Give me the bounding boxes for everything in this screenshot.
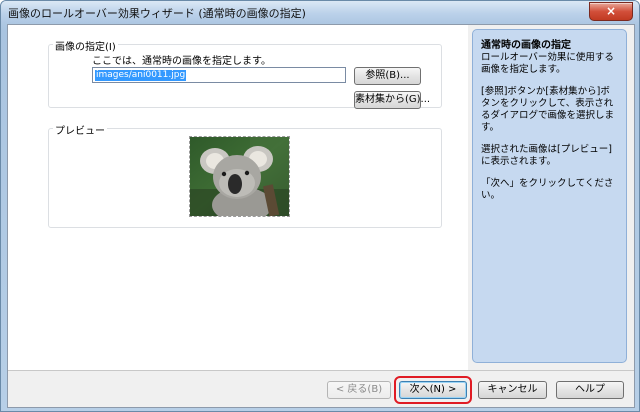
dialog-client-area: 画像の指定(I) ここでは、通常時の画像を指定します。 images/ani00… — [7, 24, 635, 408]
image-description: ここでは、通常時の画像を指定します。 — [92, 56, 271, 67]
help-button[interactable]: ヘルプ — [556, 381, 624, 399]
koala-photo-icon — [190, 137, 289, 223]
preview-group-label: プレビュー — [53, 122, 107, 137]
help-title: 通常時の画像の指定 — [481, 40, 571, 51]
material-collection-button[interactable]: 素材集から(G)... — [354, 91, 430, 109]
close-button[interactable]: × — [589, 2, 633, 21]
close-icon: × — [605, 4, 617, 18]
help-text-2: [参照]ボタンか[素材集から]ボタンをクリックして、表示されるダイアログで画像を… — [481, 86, 615, 133]
back-button[interactable]: < 戻る(B) — [327, 381, 391, 399]
cancel-button[interactable]: キャンセル — [478, 381, 547, 399]
footer-separator — [8, 370, 634, 371]
image-path-value: images/ani0011.jpg — [95, 70, 187, 81]
title-bar[interactable]: 画像のロールオーバー効果ウィザード (通常時の画像の指定) × — [1, 1, 639, 23]
next-button[interactable]: 次へ(N) > — [399, 381, 467, 399]
help-text-4: 「次へ」をクリックしてください。 — [481, 178, 614, 201]
browse-button[interactable]: 参照(B)... — [354, 67, 421, 85]
image-group-label: 画像の指定(I) — [53, 38, 118, 53]
help-text-1: ロールオーバー効果に使用する画像を指定します。 — [481, 52, 614, 75]
help-text-3: 選択された画像は[プレビュー]に表示されます。 — [481, 144, 612, 167]
help-side-panel: 通常時の画像の指定 ロールオーバー効果に使用する画像を指定します。 [参照]ボタ… — [472, 29, 627, 363]
image-path-input[interactable]: images/ani0011.jpg — [92, 67, 346, 83]
preview-image-frame — [189, 136, 290, 223]
wizard-window: 画像のロールオーバー効果ウィザード (通常時の画像の指定) × 画像の指定(I)… — [0, 0, 640, 412]
window-title: 画像のロールオーバー効果ウィザード (通常時の画像の指定) — [8, 7, 306, 20]
main-panel: 画像の指定(I) ここでは、通常時の画像を指定します。 images/ani00… — [8, 25, 468, 370]
